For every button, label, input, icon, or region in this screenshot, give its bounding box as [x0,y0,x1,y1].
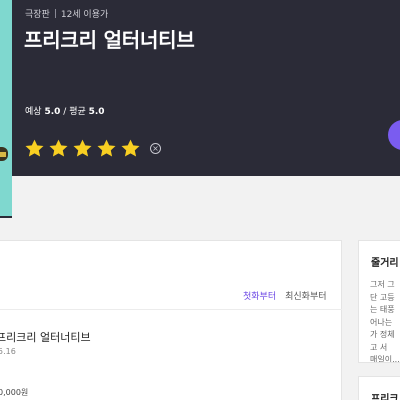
related-heading: 프리크 [371,394,399,400]
poster-image[interactable] [0,0,12,176]
episode-price: 0,000원 [0,388,29,397]
plot-line: 는 태풍 [370,305,395,314]
sort-first-tab[interactable]: 첫화부터 [243,289,276,302]
rating-summary: 예상 5.0 / 평균 5.0 [25,104,105,117]
episode-title[interactable]: 프리크리 얼터너티브 [0,329,91,345]
plot-line: 고 서 [370,342,388,352]
star-icon-3[interactable] [72,138,93,159]
expected-rating-label: 예상 [25,107,42,117]
poster-image-lower [0,176,12,218]
star-icon-4[interactable] [96,138,117,159]
plot-line: 어나는 [370,317,393,327]
average-rating-label: 평균 [69,107,86,117]
sort-latest-tab[interactable]: 최신화부터 [285,289,326,302]
star-icon-5[interactable] [120,138,141,159]
title-header: 극장판 12세 이용가 프리크리 얼터너티브 예상 5.0 / 평균 5.0 × [0,0,400,176]
poster-accent [0,152,6,157]
episode-date: 5.16 [0,347,16,356]
average-rating-value: 5.0 [88,107,105,117]
star-icon-1[interactable] [24,138,45,159]
plot-line: 그저 그 [370,280,395,289]
star-rating-input[interactable]: × [24,138,161,159]
plot-text[interactable]: 그저 그 단 고등 는 태풍 어나는 가 정체 고 서 매일이... [370,279,400,363]
category-label: 극장판 [25,10,50,20]
clear-rating-icon[interactable]: × [150,143,161,154]
episode-sort-tabs: 첫화부터 최신화부터 [243,289,327,302]
age-rating-label: 12세 이용가 [60,10,109,20]
plot-line: 매일이... [370,355,400,363]
list-divider [0,309,342,310]
floating-action-button[interactable] [388,120,400,150]
plot-line: 가 정체 [370,330,395,339]
episode-list-card: 첫화부터 최신화부터 프리크리 얼터너티브 5.16 0,000원 [0,240,342,400]
title-meta: 극장판 12세 이용가 [25,7,108,20]
page-title: 프리크리 얼터너티브 [24,28,195,52]
rating-separator: / [63,107,67,117]
related-card: 프리크 [358,376,400,400]
plot-card: 줄거리 그저 그 단 고등 는 태풍 어나는 가 정체 고 서 매일이... [358,240,400,363]
meta-divider [54,9,56,18]
expected-rating-value: 5.0 [44,107,61,117]
star-icon-2[interactable] [48,138,69,159]
plot-line: 단 고등 [370,292,395,302]
plot-heading: 줄거리 [371,258,399,269]
